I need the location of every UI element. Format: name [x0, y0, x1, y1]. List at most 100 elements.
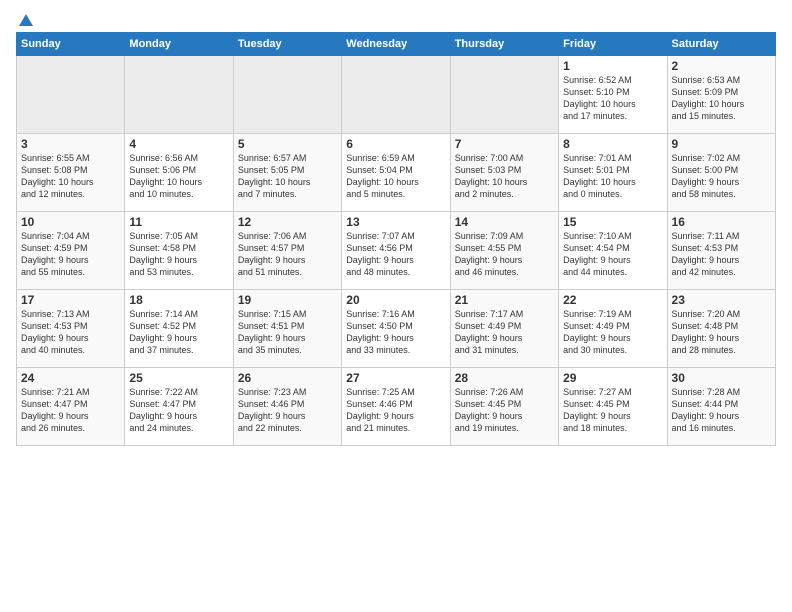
day-info: Sunrise: 7:23 AM Sunset: 4:46 PM Dayligh…: [238, 386, 337, 435]
header-friday: Friday: [559, 33, 667, 56]
calendar-cell: [17, 56, 125, 134]
calendar-cell: 27Sunrise: 7:25 AM Sunset: 4:46 PM Dayli…: [342, 368, 450, 446]
day-info: Sunrise: 7:21 AM Sunset: 4:47 PM Dayligh…: [21, 386, 120, 435]
calendar-cell: 8Sunrise: 7:01 AM Sunset: 5:01 PM Daylig…: [559, 134, 667, 212]
calendar-cell: 16Sunrise: 7:11 AM Sunset: 4:53 PM Dayli…: [667, 212, 775, 290]
week-row-2: 3Sunrise: 6:55 AM Sunset: 5:08 PM Daylig…: [17, 134, 776, 212]
calendar-cell: 10Sunrise: 7:04 AM Sunset: 4:59 PM Dayli…: [17, 212, 125, 290]
calendar-cell: 23Sunrise: 7:20 AM Sunset: 4:48 PM Dayli…: [667, 290, 775, 368]
day-number: 29: [563, 371, 662, 385]
calendar-cell: 14Sunrise: 7:09 AM Sunset: 4:55 PM Dayli…: [450, 212, 558, 290]
day-number: 19: [238, 293, 337, 307]
day-number: 30: [672, 371, 771, 385]
day-info: Sunrise: 6:55 AM Sunset: 5:08 PM Dayligh…: [21, 152, 120, 201]
day-number: 6: [346, 137, 445, 151]
calendar-cell: 7Sunrise: 7:00 AM Sunset: 5:03 PM Daylig…: [450, 134, 558, 212]
calendar-cell: 5Sunrise: 6:57 AM Sunset: 5:05 PM Daylig…: [233, 134, 341, 212]
day-info: Sunrise: 7:28 AM Sunset: 4:44 PM Dayligh…: [672, 386, 771, 435]
day-info: Sunrise: 7:02 AM Sunset: 5:00 PM Dayligh…: [672, 152, 771, 201]
day-number: 13: [346, 215, 445, 229]
logo-icon: [17, 12, 35, 30]
day-number: 11: [129, 215, 228, 229]
day-info: Sunrise: 6:56 AM Sunset: 5:06 PM Dayligh…: [129, 152, 228, 201]
day-info: Sunrise: 7:06 AM Sunset: 4:57 PM Dayligh…: [238, 230, 337, 279]
day-number: 17: [21, 293, 120, 307]
day-number: 21: [455, 293, 554, 307]
day-info: Sunrise: 7:27 AM Sunset: 4:45 PM Dayligh…: [563, 386, 662, 435]
header-tuesday: Tuesday: [233, 33, 341, 56]
day-info: Sunrise: 7:01 AM Sunset: 5:01 PM Dayligh…: [563, 152, 662, 201]
day-info: Sunrise: 7:26 AM Sunset: 4:45 PM Dayligh…: [455, 386, 554, 435]
day-info: Sunrise: 7:15 AM Sunset: 4:51 PM Dayligh…: [238, 308, 337, 357]
day-number: 9: [672, 137, 771, 151]
week-row-5: 24Sunrise: 7:21 AM Sunset: 4:47 PM Dayli…: [17, 368, 776, 446]
calendar-cell: 1Sunrise: 6:52 AM Sunset: 5:10 PM Daylig…: [559, 56, 667, 134]
calendar-cell: 24Sunrise: 7:21 AM Sunset: 4:47 PM Dayli…: [17, 368, 125, 446]
day-number: 10: [21, 215, 120, 229]
day-number: 25: [129, 371, 228, 385]
day-info: Sunrise: 7:05 AM Sunset: 4:58 PM Dayligh…: [129, 230, 228, 279]
day-info: Sunrise: 7:19 AM Sunset: 4:49 PM Dayligh…: [563, 308, 662, 357]
calendar-cell: 30Sunrise: 7:28 AM Sunset: 4:44 PM Dayli…: [667, 368, 775, 446]
calendar-cell: [125, 56, 233, 134]
day-info: Sunrise: 7:22 AM Sunset: 4:47 PM Dayligh…: [129, 386, 228, 435]
day-number: 3: [21, 137, 120, 151]
day-info: Sunrise: 7:00 AM Sunset: 5:03 PM Dayligh…: [455, 152, 554, 201]
day-number: 26: [238, 371, 337, 385]
day-info: Sunrise: 7:17 AM Sunset: 4:49 PM Dayligh…: [455, 308, 554, 357]
day-info: Sunrise: 7:25 AM Sunset: 4:46 PM Dayligh…: [346, 386, 445, 435]
day-info: Sunrise: 7:04 AM Sunset: 4:59 PM Dayligh…: [21, 230, 120, 279]
calendar-cell: [342, 56, 450, 134]
day-info: Sunrise: 7:20 AM Sunset: 4:48 PM Dayligh…: [672, 308, 771, 357]
day-number: 23: [672, 293, 771, 307]
day-info: Sunrise: 7:10 AM Sunset: 4:54 PM Dayligh…: [563, 230, 662, 279]
day-info: Sunrise: 7:13 AM Sunset: 4:53 PM Dayligh…: [21, 308, 120, 357]
calendar-cell: 18Sunrise: 7:14 AM Sunset: 4:52 PM Dayli…: [125, 290, 233, 368]
day-number: 12: [238, 215, 337, 229]
week-row-4: 17Sunrise: 7:13 AM Sunset: 4:53 PM Dayli…: [17, 290, 776, 368]
calendar-cell: 12Sunrise: 7:06 AM Sunset: 4:57 PM Dayli…: [233, 212, 341, 290]
day-info: Sunrise: 7:16 AM Sunset: 4:50 PM Dayligh…: [346, 308, 445, 357]
week-row-1: 1Sunrise: 6:52 AM Sunset: 5:10 PM Daylig…: [17, 56, 776, 134]
page-header: [16, 12, 776, 24]
day-info: Sunrise: 6:59 AM Sunset: 5:04 PM Dayligh…: [346, 152, 445, 201]
day-number: 28: [455, 371, 554, 385]
day-number: 8: [563, 137, 662, 151]
day-number: 20: [346, 293, 445, 307]
page-container: SundayMondayTuesdayWednesdayThursdayFrid…: [0, 0, 792, 454]
calendar-cell: 13Sunrise: 7:07 AM Sunset: 4:56 PM Dayli…: [342, 212, 450, 290]
calendar-cell: 25Sunrise: 7:22 AM Sunset: 4:47 PM Dayli…: [125, 368, 233, 446]
header-sunday: Sunday: [17, 33, 125, 56]
day-number: 5: [238, 137, 337, 151]
day-info: Sunrise: 7:14 AM Sunset: 4:52 PM Dayligh…: [129, 308, 228, 357]
calendar-cell: 22Sunrise: 7:19 AM Sunset: 4:49 PM Dayli…: [559, 290, 667, 368]
calendar-header-row: SundayMondayTuesdayWednesdayThursdayFrid…: [17, 33, 776, 56]
day-info: Sunrise: 7:11 AM Sunset: 4:53 PM Dayligh…: [672, 230, 771, 279]
day-number: 14: [455, 215, 554, 229]
calendar-cell: 17Sunrise: 7:13 AM Sunset: 4:53 PM Dayli…: [17, 290, 125, 368]
day-number: 7: [455, 137, 554, 151]
day-number: 15: [563, 215, 662, 229]
header-wednesday: Wednesday: [342, 33, 450, 56]
day-info: Sunrise: 6:53 AM Sunset: 5:09 PM Dayligh…: [672, 74, 771, 123]
calendar-cell: 15Sunrise: 7:10 AM Sunset: 4:54 PM Dayli…: [559, 212, 667, 290]
day-number: 2: [672, 59, 771, 73]
day-number: 27: [346, 371, 445, 385]
day-number: 24: [21, 371, 120, 385]
day-number: 22: [563, 293, 662, 307]
calendar-table: SundayMondayTuesdayWednesdayThursdayFrid…: [16, 32, 776, 446]
calendar-cell: 26Sunrise: 7:23 AM Sunset: 4:46 PM Dayli…: [233, 368, 341, 446]
calendar-cell: 3Sunrise: 6:55 AM Sunset: 5:08 PM Daylig…: [17, 134, 125, 212]
header-monday: Monday: [125, 33, 233, 56]
day-number: 18: [129, 293, 228, 307]
day-number: 4: [129, 137, 228, 151]
calendar-cell: [450, 56, 558, 134]
calendar-cell: 19Sunrise: 7:15 AM Sunset: 4:51 PM Dayli…: [233, 290, 341, 368]
day-info: Sunrise: 7:07 AM Sunset: 4:56 PM Dayligh…: [346, 230, 445, 279]
calendar-cell: 2Sunrise: 6:53 AM Sunset: 5:09 PM Daylig…: [667, 56, 775, 134]
calendar-cell: 28Sunrise: 7:26 AM Sunset: 4:45 PM Dayli…: [450, 368, 558, 446]
header-thursday: Thursday: [450, 33, 558, 56]
calendar-cell: 9Sunrise: 7:02 AM Sunset: 5:00 PM Daylig…: [667, 134, 775, 212]
header-saturday: Saturday: [667, 33, 775, 56]
calendar-cell: 21Sunrise: 7:17 AM Sunset: 4:49 PM Dayli…: [450, 290, 558, 368]
